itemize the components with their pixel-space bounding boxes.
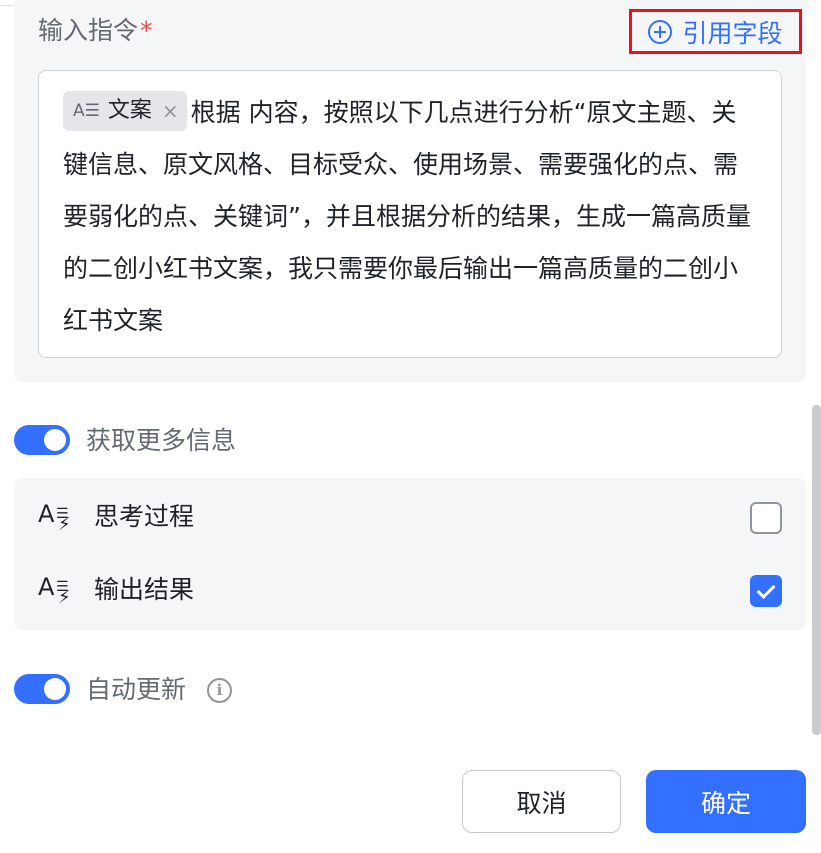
checkmark-icon bbox=[756, 579, 776, 600]
info-icon[interactable]: i bbox=[207, 678, 232, 703]
confirm-button[interactable]: 确定 bbox=[646, 770, 806, 833]
instruction-label: 输入指令* bbox=[38, 14, 153, 48]
output-checkbox[interactable] bbox=[750, 575, 782, 607]
auto-update-label: 自动更新 bbox=[86, 675, 187, 704]
field-config-panel: 输入指令* 引用字段 A☰ 文案 × 根据 内容，按照以下几点进行分析“原文主题… bbox=[0, 0, 821, 853]
ai-text-icon: A ☰ ⚡ bbox=[38, 500, 71, 535]
option-label: 输出结果 bbox=[94, 575, 195, 604]
ai-text-icon: A ☰ ⚡ bbox=[38, 573, 71, 608]
required-mark: * bbox=[140, 16, 153, 45]
toggle-knob bbox=[44, 429, 66, 451]
more-info-toggle[interactable] bbox=[14, 425, 70, 455]
text-field-icon: A☰ bbox=[73, 101, 100, 121]
cancel-button[interactable]: 取消 bbox=[462, 770, 621, 833]
more-info-label: 获取更多信息 bbox=[86, 426, 237, 455]
option-label: 思考过程 bbox=[94, 502, 195, 531]
scrollbar[interactable] bbox=[812, 405, 821, 735]
thinking-checkbox[interactable] bbox=[750, 502, 782, 534]
auto-update-toggle[interactable] bbox=[14, 674, 70, 704]
reference-field-button[interactable]: 引用字段 bbox=[629, 9, 802, 54]
instruction-label-text: 输入指令 bbox=[38, 16, 139, 45]
option-row-output: A ☰ ⚡ 输出结果 bbox=[14, 561, 806, 621]
more-info-options: A ☰ ⚡ 思考过程 A ☰ ⚡ 输出结果 bbox=[14, 478, 806, 630]
toggle-knob bbox=[44, 678, 66, 700]
field-chip-label: 文案 bbox=[107, 98, 152, 123]
option-row-thinking: A ☰ ⚡ 思考过程 bbox=[14, 488, 806, 548]
field-chip[interactable]: A☰ 文案 × bbox=[63, 91, 187, 131]
chip-close-icon[interactable]: × bbox=[162, 85, 179, 137]
add-circle-icon bbox=[648, 19, 673, 44]
instruction-input[interactable]: A☰ 文案 × 根据 内容，按照以下几点进行分析“原文主题、关键信息、原文风格、… bbox=[38, 70, 782, 358]
reference-field-label: 引用字段 bbox=[682, 18, 783, 48]
